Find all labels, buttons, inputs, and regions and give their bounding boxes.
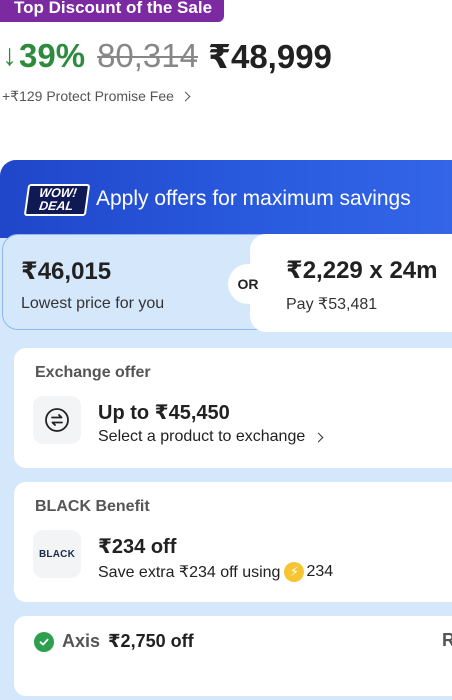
exchange-offer-amount: Up to ₹45,450 <box>98 402 230 424</box>
supercoin-icon: ⚡ <box>284 562 305 582</box>
bank-offer-trailing-text: R <box>442 630 452 650</box>
offers-title: Apply offers for maximum savings <box>96 187 411 210</box>
black-benefit-title: BLACK Benefit <box>35 498 150 515</box>
exchange-offer-title: Exchange offer <box>35 364 151 381</box>
exchange-offer-card[interactable]: Exchange offer Up to ₹45,450 Select a pr… <box>14 348 452 468</box>
bank-name: Axis <box>62 631 101 651</box>
protect-promise-fee-link[interactable]: +₹129 Protect Promise Fee <box>2 88 191 105</box>
down-arrow-icon: ↓ <box>2 39 17 72</box>
top-discount-badge: Top Discount of the Sale <box>0 0 225 22</box>
black-benefit-label: Save extra ₹234 off using <box>98 564 281 581</box>
discount-percent: 39% <box>19 37 86 74</box>
exchange-select-link[interactable]: Select a product to exchange <box>98 428 324 446</box>
exchange-select-label: Select a product to exchange <box>98 428 306 445</box>
bank-offer-amount: ₹2,750 off <box>108 631 194 651</box>
wow-deal-logo: WOW! DEAL <box>23 184 91 216</box>
offers-panel: WOW! DEAL Apply offers for maximum savin… <box>0 160 452 700</box>
emi-option-card[interactable]: ₹2,229 x 24m Pay ₹53,481 <box>250 234 452 332</box>
chevron-right-icon <box>313 432 324 442</box>
emi-total: Pay ₹53,481 <box>286 296 378 313</box>
or-divider: OR <box>228 264 268 304</box>
lowest-price-label: Lowest price for you <box>21 295 165 312</box>
check-icon <box>34 631 54 652</box>
protect-promise-fee-label: +₹129 Protect Promise Fee <box>2 88 174 104</box>
supercoin-amount: 234 <box>306 563 334 580</box>
bank-offer-card[interactable]: Axis ₹2,750 off R <box>14 616 452 696</box>
black-benefit-card[interactable]: BLACK Benefit BLACK ₹234 off Save extra … <box>14 482 452 602</box>
final-price: ₹48,999 <box>208 37 332 75</box>
offers-header: WOW! DEAL Apply offers for maximum savin… <box>0 160 452 238</box>
original-price: 80,314 <box>97 37 198 74</box>
emi-amount: ₹2,229 x 24m <box>286 257 438 284</box>
black-benefit-amount: ₹234 off <box>98 536 177 558</box>
black-benefit-detail: Save extra ₹234 off using ⚡ 234 <box>98 562 333 582</box>
price-row: ↓ 39% 80,314 ₹48,999 <box>2 36 332 76</box>
black-logo-icon: BLACK <box>33 530 81 578</box>
chevron-right-icon <box>180 91 191 102</box>
price-options: ₹46,015 Lowest price for you ₹2,229 x 24… <box>0 234 452 334</box>
exchange-icon <box>33 396 81 444</box>
lowest-price-amount: ₹46,015 <box>21 258 112 285</box>
bank-offer-row: Axis ₹2,750 off <box>34 631 194 652</box>
